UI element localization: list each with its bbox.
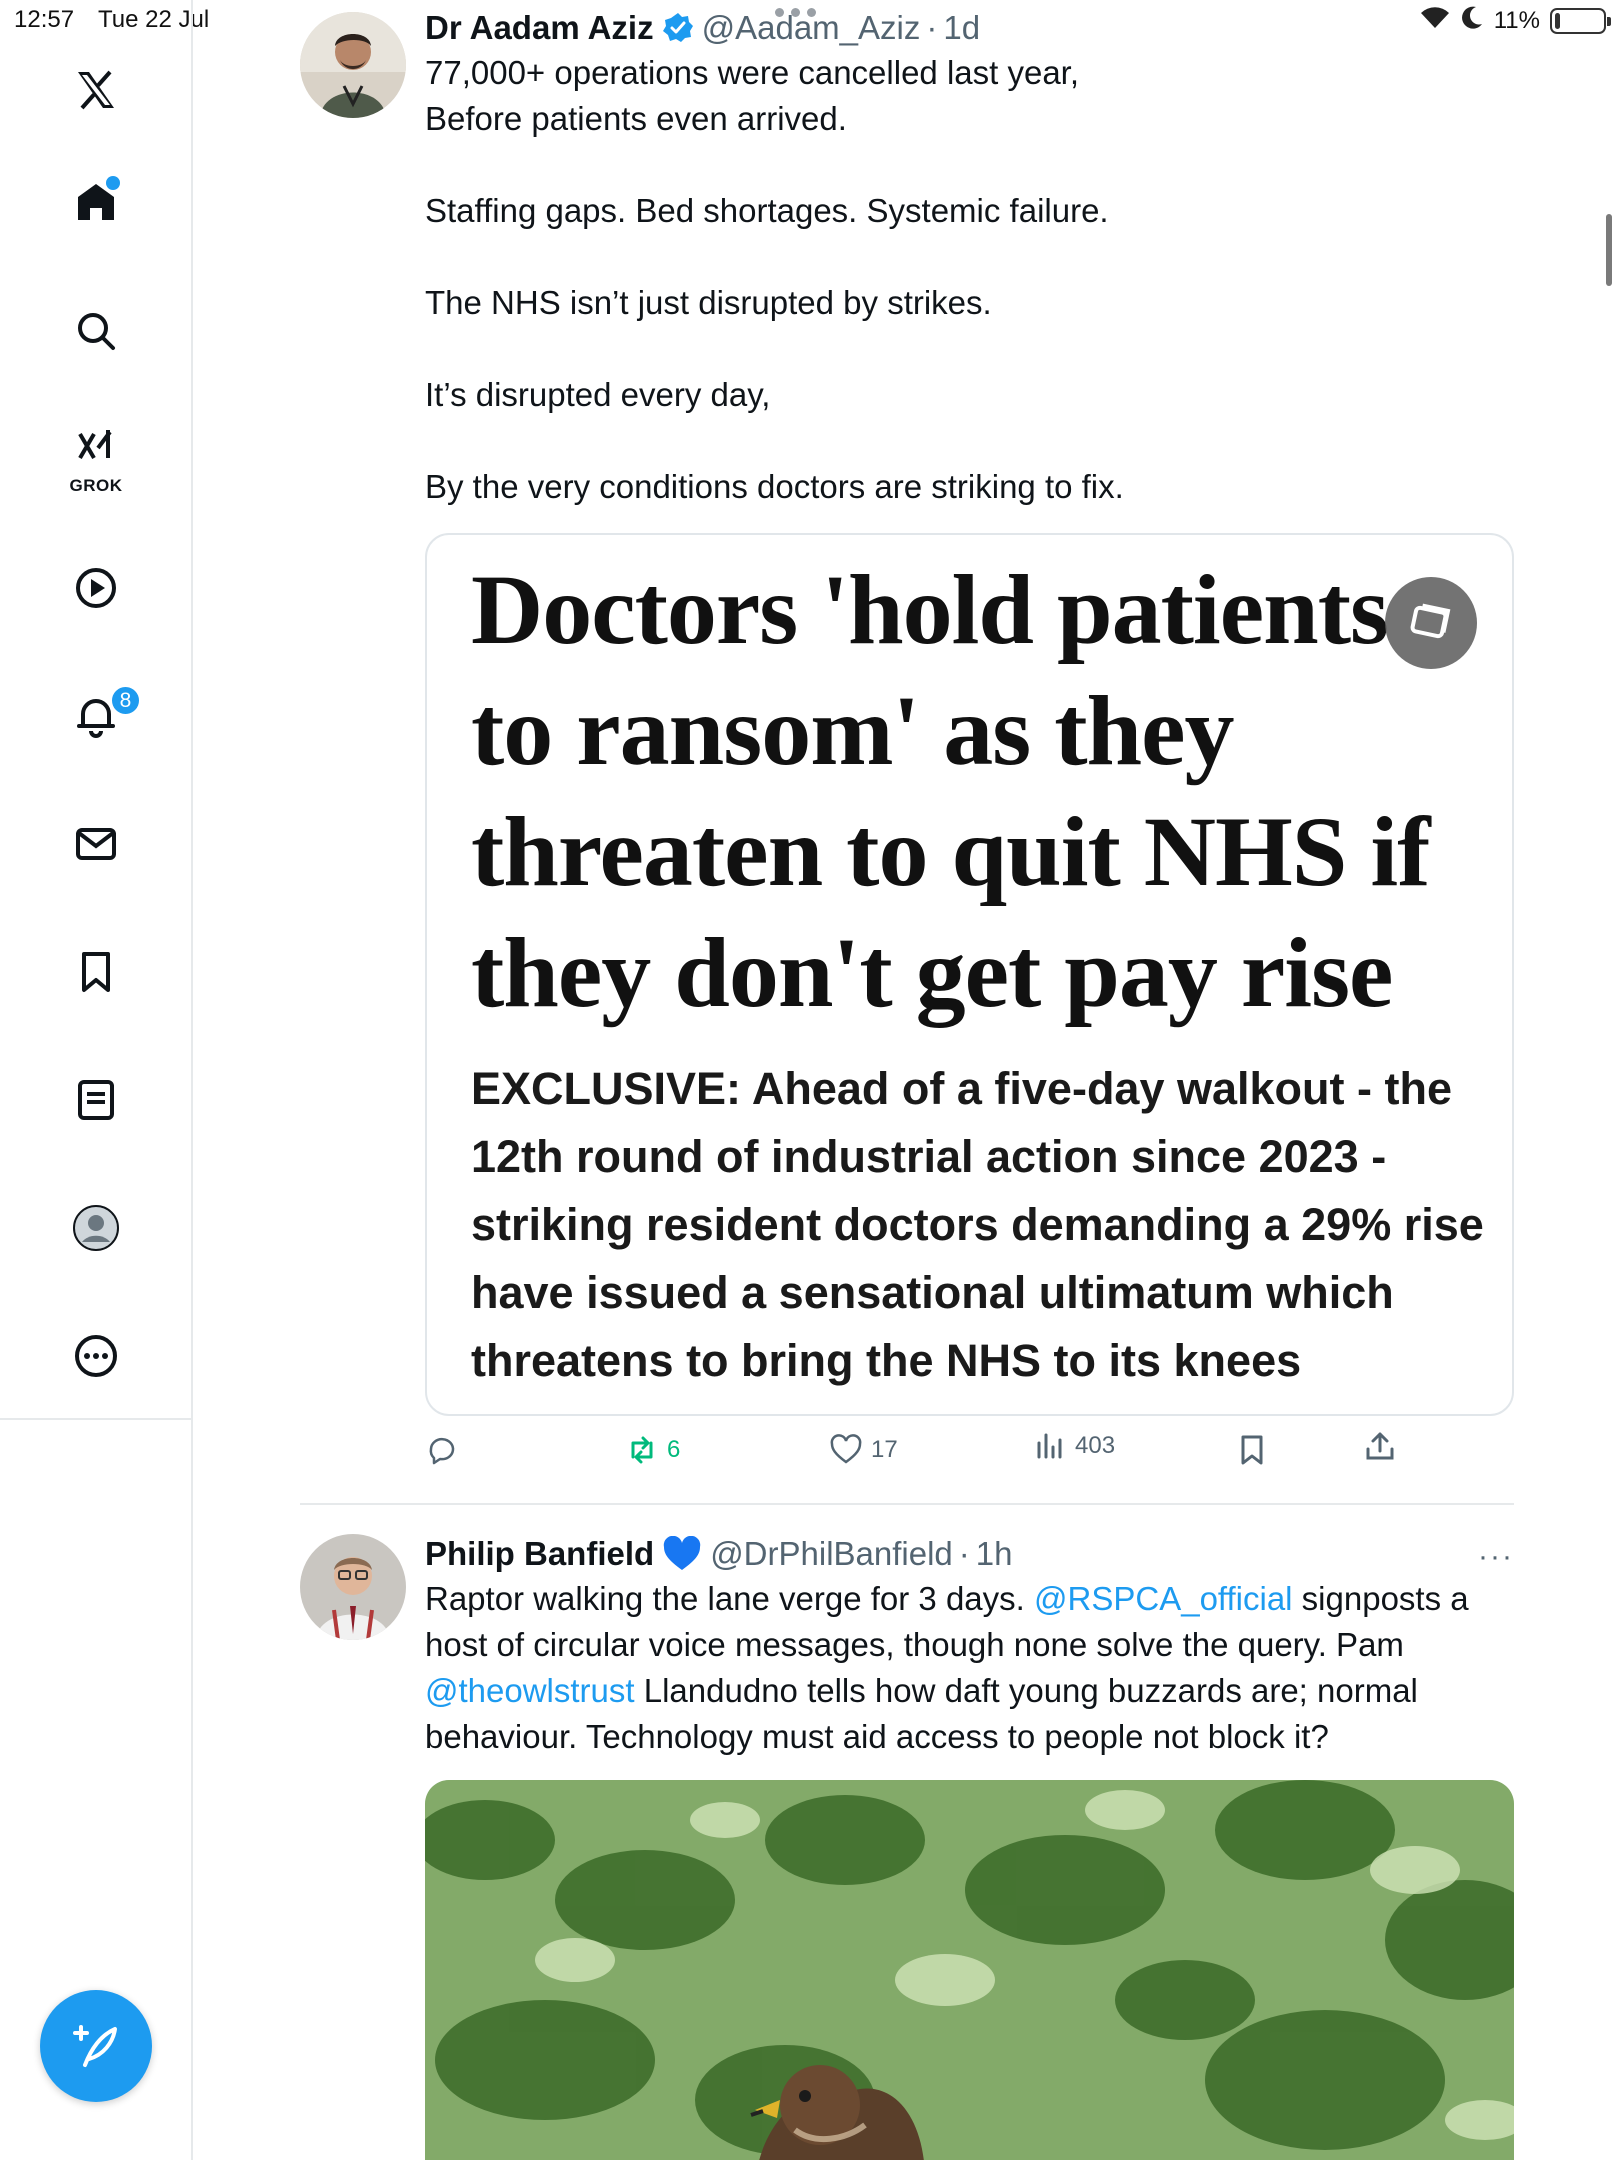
- bookmark-icon: [1241, 1435, 1263, 1465]
- repost-icon: [631, 1436, 653, 1464]
- compose-icon: [73, 2025, 117, 2067]
- share-icon: [1366, 1432, 1394, 1460]
- media-card[interactable]: Doctors 'hold patients to ransom' as the…: [425, 533, 1514, 1416]
- battery-fill: [1555, 12, 1560, 29]
- author-handle[interactable]: @DrPhilBanfield: [710, 1535, 953, 1573]
- separator-dot: ·: [958, 1535, 970, 1572]
- reply-icon: [429, 1437, 455, 1465]
- bookmark-icon: [82, 952, 110, 992]
- tweet-text: 77,000+ operations were cancelled last y…: [425, 50, 1514, 510]
- grok-icon: [78, 430, 112, 460]
- author-name[interactable]: Philip Banfield: [425, 1535, 654, 1573]
- list-icon: [78, 1080, 114, 1120]
- repost-count: 6: [667, 1436, 681, 1463]
- tweet-line: By the very conditions doctors are strik…: [425, 468, 1124, 505]
- sidebar-item-messages[interactable]: [60, 808, 132, 880]
- article-subhead: EXCLUSIVE: Ahead of a five-day walkout -…: [471, 1063, 1484, 1386]
- x-logo-icon[interactable]: [60, 54, 132, 126]
- bookmark-button[interactable]: [1235, 1433, 1269, 1467]
- like-button[interactable]: 17: [829, 1433, 898, 1467]
- tweet-line: Staffing gaps. Bed shortages. Systemic f…: [425, 192, 1109, 229]
- tweet-line: It’s disrupted every day,: [425, 376, 771, 413]
- more-icon: [75, 1335, 117, 1377]
- tweet-divider: [300, 1503, 1514, 1505]
- notification-badge: 8: [109, 684, 142, 717]
- avatar[interactable]: [300, 12, 406, 118]
- heart-icon: [830, 1434, 862, 1464]
- tweet-text: Raptor walking the lane verge for 3 days…: [425, 1576, 1514, 1760]
- views-button[interactable]: 403: [1033, 1429, 1115, 1463]
- sidebar-item-bookmarks[interactable]: [60, 936, 132, 1008]
- sidebar: GROK 8: [0, 0, 193, 2160]
- mail-icon: [76, 828, 116, 860]
- tweet-actions: 6 17 403: [425, 1432, 1514, 1483]
- sidebar-item-home[interactable]: [60, 166, 132, 238]
- search-icon: [78, 313, 115, 350]
- tweet-line: 77,000+ operations were cancelled last y…: [425, 54, 1080, 91]
- tweet-photo[interactable]: [425, 1780, 1514, 2160]
- compose-button[interactable]: [40, 1990, 152, 2102]
- separator-dot: ·: [926, 9, 938, 46]
- tweet-time[interactable]: 1d: [943, 9, 980, 47]
- article-headline: Doctors 'hold patients to ransom' as the…: [471, 554, 1431, 1028]
- more-options-icon[interactable]: ···: [1478, 1540, 1514, 1574]
- author-handle[interactable]: @Aadam_Aziz: [702, 9, 921, 47]
- image-toggle-icon[interactable]: [1385, 577, 1477, 669]
- share-button[interactable]: [1363, 1429, 1397, 1463]
- play-icon: [76, 568, 116, 608]
- sidebar-item-lists[interactable]: [60, 1064, 132, 1136]
- tweet-header: Philip Banfield @DrPhilBanfield · 1h: [425, 1532, 1514, 1576]
- unread-dot: [106, 176, 120, 190]
- scrollbar[interactable]: [1606, 214, 1612, 286]
- avatar[interactable]: [300, 1534, 406, 1640]
- sidebar-item-grok[interactable]: GROK: [60, 420, 132, 495]
- mention-link[interactable]: @RSPCA_official: [1034, 1580, 1293, 1617]
- profile-icon: [73, 1205, 119, 1251]
- view-count: 403: [1075, 1432, 1116, 1459]
- tweet-time[interactable]: 1h: [976, 1535, 1013, 1573]
- tweet-header: Dr Aadam Aziz @Aadam_Aziz · 1d: [425, 6, 1514, 50]
- sidebar-item-profile[interactable]: [60, 1192, 132, 1264]
- sidebar-item-explore[interactable]: [60, 295, 132, 367]
- buzzard-photo: [425, 1780, 1514, 2160]
- reply-button[interactable]: [425, 1433, 467, 1467]
- verified-badge-icon: [662, 12, 694, 44]
- mention-link[interactable]: @theowlstrust: [425, 1672, 635, 1709]
- sidebar-divider: [0, 1418, 193, 1420]
- like-count: 17: [871, 1436, 898, 1463]
- sidebar-item-notifications[interactable]: 8: [60, 680, 142, 752]
- grok-label: GROK: [69, 476, 123, 495]
- tweet-text-part: Raptor walking the lane verge for 3 days…: [425, 1580, 1035, 1617]
- blue-heart-icon: [662, 1536, 702, 1572]
- sidebar-item-more[interactable]: [60, 1320, 132, 1392]
- author-name[interactable]: Dr Aadam Aziz: [425, 9, 654, 47]
- analytics-icon: [1037, 1433, 1062, 1459]
- tweet-line: Before patients even arrived.: [425, 100, 847, 137]
- sidebar-item-videos[interactable]: [60, 552, 132, 624]
- repost-button[interactable]: 6: [625, 1433, 680, 1467]
- battery-icon: [1550, 7, 1611, 34]
- tweet-line: The NHS isn’t just disrupted by strikes.: [425, 284, 992, 321]
